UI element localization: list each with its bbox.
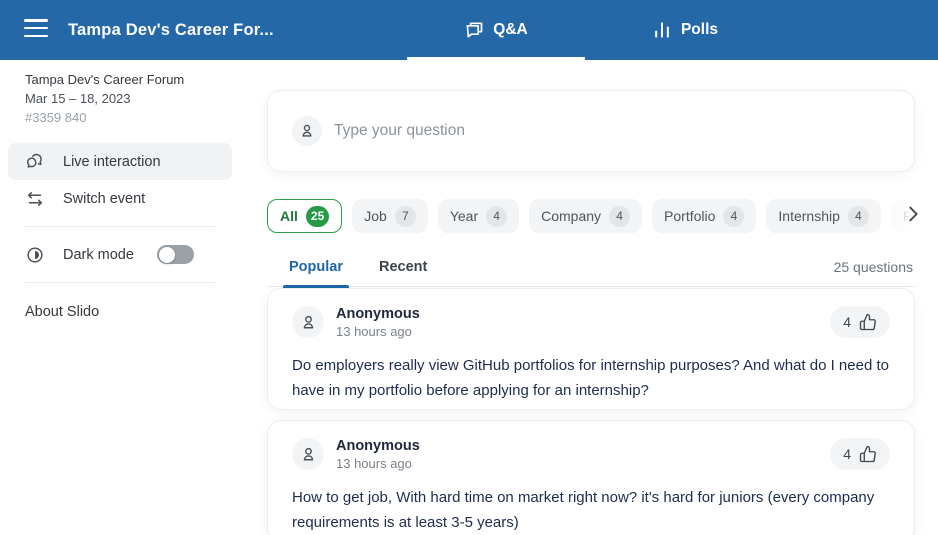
hamburger-menu-icon[interactable] <box>24 19 48 41</box>
upvote-button[interactable]: 4 <box>830 438 890 470</box>
question-timestamp: 13 hours ago <box>336 455 420 472</box>
filter-chip-internship[interactable]: Internship 4 <box>766 199 880 233</box>
tab-qa-label: Q&A <box>493 21 527 39</box>
sidebar-item-label: Switch event <box>63 191 145 207</box>
bar-chart-icon <box>652 20 672 40</box>
sidebar: Tampa Dev's Career Forum Mar 15 – 18, 20… <box>0 60 240 535</box>
like-count: 4 <box>843 314 851 330</box>
divider <box>25 282 215 283</box>
avatar <box>292 116 322 146</box>
chip-count-badge: 4 <box>609 206 630 227</box>
question-card: Anonymous 13 hours ago 4 How to get job,… <box>267 420 915 535</box>
qa-main-panel: All 25 Job 7 Year 4 Company 4 Portfolio … <box>240 60 938 535</box>
event-dates: Mar 15 – 18, 2023 <box>25 89 215 108</box>
upvote-button[interactable]: 4 <box>830 306 890 338</box>
questions-count: 25 questions <box>834 247 913 287</box>
dark-mode-label: Dark mode <box>63 247 134 263</box>
sidebar-item-label: Live interaction <box>63 154 161 170</box>
question-card: Anonymous 13 hours ago 4 Do employers re… <box>267 288 915 410</box>
filter-chips-row: All 25 Job 7 Year 4 Company 4 Portfolio … <box>267 199 915 233</box>
person-icon <box>298 122 316 140</box>
event-code: #3359 840 <box>25 108 215 127</box>
filter-chip-year[interactable]: Year 4 <box>438 199 519 233</box>
sidebar-item-switch-event[interactable]: Switch event <box>8 180 232 217</box>
tab-polls[interactable]: Polls <box>596 0 774 60</box>
avatar <box>292 306 324 338</box>
chip-label: Internship <box>778 208 839 224</box>
ask-question-card[interactable] <box>267 90 915 172</box>
sidebar-item-live-interaction[interactable]: Live interaction <box>8 143 232 180</box>
filter-chip-portfolio[interactable]: Portfolio 4 <box>652 199 756 233</box>
person-icon <box>299 313 318 332</box>
filter-chip-job[interactable]: Job 7 <box>352 199 428 233</box>
slido-app: Tampa Dev's Career For... Q&A Polls Tamp… <box>0 0 938 535</box>
chip-label: Portfolio <box>664 208 715 224</box>
chip-label: Company <box>541 208 601 224</box>
author-block: Anonymous 13 hours ago <box>336 306 420 340</box>
event-info: Tampa Dev's Career Forum Mar 15 – 18, 20… <box>0 60 240 127</box>
tab-popular[interactable]: Popular <box>289 247 343 287</box>
filter-chip-company[interactable]: Company 4 <box>529 199 642 233</box>
chip-count-badge: 4 <box>848 206 869 227</box>
half-moon-contrast-icon <box>25 245 45 265</box>
speech-bubbles-icon <box>464 20 484 40</box>
author-name: Anonymous <box>336 438 420 455</box>
thumbs-up-icon <box>859 313 877 331</box>
chat-bubbles-icon <box>25 152 45 172</box>
event-title: Tampa Dev's Career For... <box>68 0 274 60</box>
swap-arrows-icon <box>25 189 45 209</box>
sort-tabs: Popular Recent <box>289 247 427 287</box>
thumbs-up-icon <box>859 445 877 463</box>
like-count: 4 <box>843 446 851 462</box>
chip-count-badge: 7 <box>395 206 416 227</box>
sidebar-nav: Live interaction Switch event <box>0 143 240 217</box>
chip-count-badge: 4 <box>723 206 744 227</box>
chip-count-badge: 25 <box>306 206 329 227</box>
dark-mode-toggle[interactable] <box>157 245 194 264</box>
question-timestamp: 13 hours ago <box>336 323 420 340</box>
event-name: Tampa Dev's Career Forum <box>25 70 215 89</box>
divider <box>25 226 215 227</box>
chevron-right-icon[interactable] <box>902 203 924 225</box>
chip-label: Year <box>450 208 478 224</box>
question-card-header: Anonymous 13 hours ago 4 <box>292 306 890 340</box>
author-block: Anonymous 13 hours ago <box>336 438 420 472</box>
chip-label: All <box>280 208 298 224</box>
filter-chip-all[interactable]: All 25 <box>267 199 342 233</box>
question-text: Do employers really view GitHub portfoli… <box>292 353 890 403</box>
question-text: How to get job, With hard time on market… <box>292 485 890 535</box>
question-input[interactable] <box>334 122 890 140</box>
chip-label: Job <box>364 208 387 224</box>
tab-qa[interactable]: Q&A <box>407 0 585 60</box>
person-icon <box>299 445 318 464</box>
avatar <box>292 438 324 470</box>
sort-row: Popular Recent 25 questions <box>267 247 915 287</box>
chip-count-badge: 4 <box>486 206 507 227</box>
dark-mode-row: Dark mode <box>0 236 240 273</box>
question-card-header: Anonymous 13 hours ago 4 <box>292 438 890 472</box>
author-name: Anonymous <box>336 306 420 323</box>
top-header-bar: Tampa Dev's Career For... Q&A Polls <box>0 0 938 60</box>
toggle-knob <box>159 247 175 263</box>
tab-recent[interactable]: Recent <box>379 247 427 287</box>
tab-polls-label: Polls <box>681 21 718 39</box>
about-slido-link[interactable]: About Slido <box>0 292 240 332</box>
